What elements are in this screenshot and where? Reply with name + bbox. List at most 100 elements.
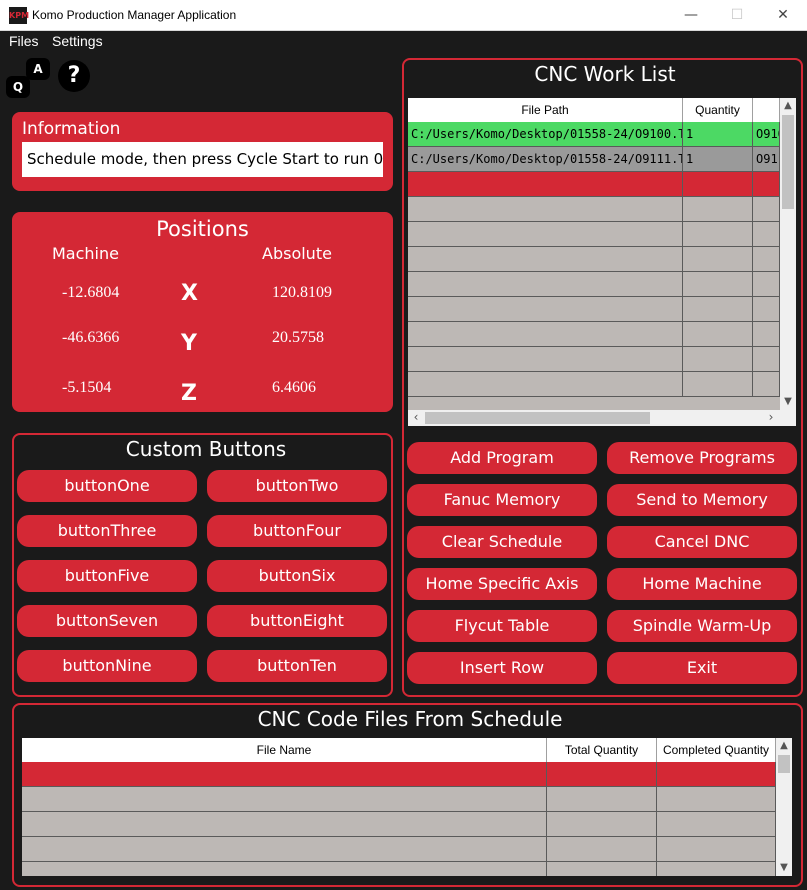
table-row[interactable] bbox=[22, 787, 776, 812]
total-quantity-cell[interactable] bbox=[547, 762, 657, 786]
qa-bubbles-icon-q[interactable]: Q bbox=[6, 76, 30, 98]
button-one[interactable]: buttonOne bbox=[17, 470, 197, 502]
extra-cell[interactable]: O910 bbox=[753, 122, 780, 146]
button-five[interactable]: buttonFive bbox=[17, 560, 197, 592]
file-path-cell[interactable] bbox=[408, 197, 683, 221]
table-row[interactable] bbox=[22, 812, 776, 837]
fanuc-memory-button[interactable]: Fanuc Memory bbox=[407, 484, 597, 516]
extra-cell[interactable] bbox=[753, 272, 780, 296]
home-machine-button[interactable]: Home Machine bbox=[607, 568, 797, 600]
quantity-cell[interactable] bbox=[683, 297, 753, 321]
column-extra[interactable] bbox=[753, 98, 780, 122]
maximize-button[interactable]: ☐ bbox=[722, 4, 752, 26]
completed-quantity-cell[interactable] bbox=[657, 762, 776, 786]
extra-cell[interactable] bbox=[753, 372, 780, 396]
extra-cell[interactable] bbox=[753, 197, 780, 221]
cancel-dnc-button[interactable]: Cancel DNC bbox=[607, 526, 797, 558]
file-name-cell[interactable] bbox=[22, 812, 547, 836]
quantity-cell[interactable] bbox=[683, 272, 753, 296]
table-row[interactable] bbox=[408, 347, 780, 372]
file-path-cell[interactable] bbox=[408, 222, 683, 246]
quantity-cell[interactable] bbox=[683, 197, 753, 221]
file-name-cell[interactable] bbox=[22, 862, 547, 876]
button-six[interactable]: buttonSix bbox=[207, 560, 387, 592]
quantity-cell[interactable]: 1 bbox=[683, 122, 753, 146]
scroll-up-arrow-icon[interactable]: ▲ bbox=[776, 738, 792, 754]
completed-quantity-cell[interactable] bbox=[657, 837, 776, 861]
table-row[interactable]: C:/Users/Komo/Desktop/01558-24/O9111.TXT… bbox=[408, 147, 780, 172]
extra-cell[interactable]: O911 bbox=[753, 147, 780, 171]
file-path-cell[interactable]: C:/Users/Komo/Desktop/01558-24/O9111.TXT bbox=[408, 147, 683, 171]
extra-cell[interactable] bbox=[753, 297, 780, 321]
button-nine[interactable]: buttonNine bbox=[17, 650, 197, 682]
extra-cell[interactable] bbox=[753, 322, 780, 346]
total-quantity-cell[interactable] bbox=[547, 787, 657, 811]
code-files-vscroll-thumb[interactable] bbox=[778, 755, 790, 773]
button-seven[interactable]: buttonSeven bbox=[17, 605, 197, 637]
table-row[interactable] bbox=[408, 272, 780, 297]
quantity-cell[interactable] bbox=[683, 247, 753, 271]
send-to-memory-button[interactable]: Send to Memory bbox=[607, 484, 797, 516]
table-row[interactable] bbox=[408, 197, 780, 222]
table-row[interactable] bbox=[22, 762, 776, 787]
clear-schedule-button[interactable]: Clear Schedule bbox=[407, 526, 597, 558]
file-name-cell[interactable] bbox=[22, 837, 547, 861]
table-row[interactable] bbox=[408, 172, 780, 197]
scroll-up-arrow-icon[interactable]: ▲ bbox=[780, 98, 796, 114]
file-path-cell[interactable] bbox=[408, 297, 683, 321]
menu-settings[interactable]: Settings bbox=[52, 33, 103, 49]
table-row[interactable] bbox=[408, 297, 780, 322]
quantity-cell[interactable]: 1 bbox=[683, 147, 753, 171]
work-list-hscroll[interactable]: ‹ › bbox=[408, 410, 796, 426]
minimize-button[interactable]: — bbox=[676, 4, 706, 26]
file-path-cell[interactable] bbox=[408, 172, 683, 196]
file-path-cell[interactable] bbox=[408, 322, 683, 346]
completed-quantity-cell[interactable] bbox=[657, 862, 776, 876]
menu-files[interactable]: Files bbox=[9, 33, 39, 49]
help-circle-icon[interactable]: ? bbox=[58, 60, 90, 92]
table-row[interactable] bbox=[22, 837, 776, 862]
remove-programs-button[interactable]: Remove Programs bbox=[607, 442, 797, 474]
button-four[interactable]: buttonFour bbox=[207, 515, 387, 547]
close-button[interactable]: ✕ bbox=[768, 4, 798, 26]
spindle-warm-up-button[interactable]: Spindle Warm-Up bbox=[607, 610, 797, 642]
code-files-vscroll[interactable]: ▲ ▼ bbox=[776, 738, 792, 876]
completed-quantity-cell[interactable] bbox=[657, 787, 776, 811]
exit-button[interactable]: Exit bbox=[607, 652, 797, 684]
extra-cell[interactable] bbox=[753, 222, 780, 246]
work-list-vscroll-thumb[interactable] bbox=[782, 115, 794, 209]
scroll-down-arrow-icon[interactable]: ▼ bbox=[780, 394, 796, 410]
table-row[interactable] bbox=[408, 372, 780, 397]
file-path-cell[interactable]: C:/Users/Komo/Desktop/01558-24/O9100.TXT bbox=[408, 122, 683, 146]
extra-cell[interactable] bbox=[753, 172, 780, 196]
total-quantity-cell[interactable] bbox=[547, 862, 657, 876]
file-path-cell[interactable] bbox=[408, 372, 683, 396]
column-file-path[interactable]: File Path bbox=[408, 98, 683, 122]
table-row[interactable] bbox=[22, 862, 776, 876]
file-path-cell[interactable] bbox=[408, 272, 683, 296]
extra-cell[interactable] bbox=[753, 347, 780, 371]
button-ten[interactable]: buttonTen bbox=[207, 650, 387, 682]
file-name-cell[interactable] bbox=[22, 762, 547, 786]
table-row[interactable] bbox=[408, 322, 780, 347]
work-list-vscroll[interactable]: ▲ ▼ bbox=[780, 98, 796, 410]
total-quantity-cell[interactable] bbox=[547, 812, 657, 836]
quantity-cell[interactable] bbox=[683, 322, 753, 346]
total-quantity-cell[interactable] bbox=[547, 837, 657, 861]
scroll-down-arrow-icon[interactable]: ▼ bbox=[776, 860, 792, 876]
work-list-hscroll-thumb[interactable] bbox=[425, 412, 650, 424]
completed-quantity-cell[interactable] bbox=[657, 812, 776, 836]
file-name-cell[interactable] bbox=[22, 787, 547, 811]
qa-bubbles-icon[interactable]: A bbox=[26, 58, 50, 80]
file-path-cell[interactable] bbox=[408, 247, 683, 271]
quantity-cell[interactable] bbox=[683, 172, 753, 196]
extra-cell[interactable] bbox=[753, 247, 780, 271]
column-total-quantity[interactable]: Total Quantity bbox=[547, 738, 657, 762]
home-specific-axis-button[interactable]: Home Specific Axis bbox=[407, 568, 597, 600]
table-row[interactable]: C:/Users/Komo/Desktop/01558-24/O9100.TXT… bbox=[408, 122, 780, 147]
column-file-name[interactable]: File Name bbox=[22, 738, 547, 762]
quantity-cell[interactable] bbox=[683, 372, 753, 396]
quantity-cell[interactable] bbox=[683, 222, 753, 246]
flycut-table-button[interactable]: Flycut Table bbox=[407, 610, 597, 642]
insert-row-button[interactable]: Insert Row bbox=[407, 652, 597, 684]
